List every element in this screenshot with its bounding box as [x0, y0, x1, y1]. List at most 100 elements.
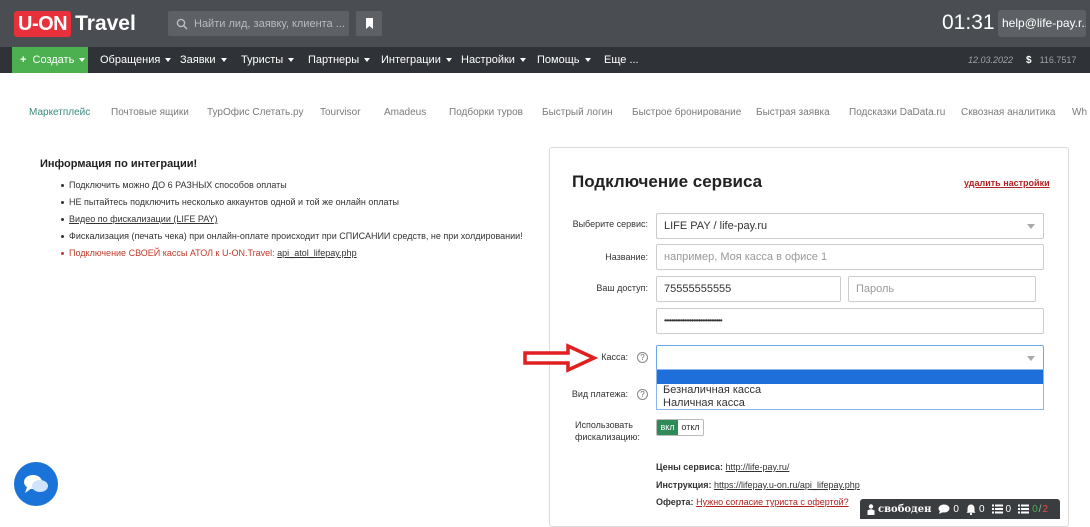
key-field[interactable]: •••••••••••••••••••••••••••••••• [656, 308, 1044, 334]
tab-mailboxes[interactable]: Почтовые ящики [111, 107, 189, 118]
prices-link[interactable]: http://life-pay.ru/ [726, 462, 790, 472]
fiscal-label-line: фискализацию: [575, 432, 640, 442]
prices-label: Цены сервиса: [656, 462, 724, 472]
delete-settings-link[interactable]: удалить настройки [964, 178, 1050, 188]
access-label: Ваш доступ: [596, 283, 648, 293]
login-field[interactable]: 75555555555 [656, 276, 841, 302]
status-bar: свободен 0 0 0 0/2 [860, 499, 1060, 519]
atol-api-link[interactable]: api_atol_lifepay.php [277, 248, 356, 258]
menu-item-more[interactable]: Еще ... [604, 47, 639, 73]
tab-analytics[interactable]: Сквозная аналитика [961, 107, 1056, 118]
prices-line: Цены сервиса: http://life-pay.ru/ [656, 462, 789, 472]
info-item: Подключение СВОЕЙ кассы АТОЛ к U-ON.Trav… [40, 245, 540, 262]
kassa-dropdown: Безналичная касса Наличная касса [656, 369, 1044, 410]
balance[interactable]: $116.7517 [1026, 47, 1076, 74]
current-date: 12.03.2022 [968, 55, 1014, 65]
menu-label: Партнеры [308, 54, 360, 66]
tab-tourvisor[interactable]: Tourvisor [320, 107, 361, 118]
name-field[interactable]: например, Моя касса в офисе 1 [656, 244, 1044, 270]
search-input[interactable] [194, 17, 344, 30]
alerts-counter[interactable]: 0 [966, 504, 985, 515]
service-label: Выберите сервис: [572, 219, 648, 229]
plus-icon: + [20, 54, 27, 66]
tab-quick-login[interactable]: Быстрый логин [542, 107, 613, 118]
tab-amadeus[interactable]: Amadeus [384, 107, 426, 118]
search-box[interactable] [168, 11, 349, 36]
info-item: НЕ пытайтесь подключить несколько аккаун… [40, 194, 540, 211]
menu-item-integrations[interactable]: Интеграции [381, 47, 452, 73]
bookmark-button[interactable] [356, 11, 382, 36]
kassa-option-cash[interactable]: Наличная касса [657, 397, 1043, 410]
fiscal-toggle[interactable]: вкл откл [656, 419, 704, 436]
balance-value: 116.7517 [1039, 55, 1077, 65]
menu-item-orders[interactable]: Заявки [180, 47, 227, 73]
chats-counter[interactable]: 0 [938, 504, 959, 515]
help-icon[interactable]: ? [637, 389, 648, 400]
menu-label: Туристы [241, 54, 284, 66]
toggle-on[interactable]: вкл [657, 420, 679, 435]
chat-button[interactable] [14, 462, 58, 506]
app-logo[interactable]: U-ON Travel [14, 11, 136, 37]
service-value: LIFE PAY / life-pay.ru [664, 220, 768, 232]
help-icon[interactable]: ? [637, 352, 648, 363]
checklist-icon [1018, 504, 1030, 514]
menu-item-settings[interactable]: Настройки [461, 47, 526, 73]
info-title: Информация по интеграции! [40, 158, 198, 170]
menu-item-requests[interactable]: Обращения [100, 47, 172, 73]
payment-type-label: Вид платежа: [571, 389, 628, 399]
dropdown-highlight[interactable] [657, 370, 1043, 384]
task-ratio[interactable]: 0/2 [1018, 504, 1048, 515]
top-bar: U-ON Travel 01:31 help@life-pay.r... [0, 0, 1090, 47]
ratio-separator: / [1038, 503, 1042, 515]
alerts-count: 0 [978, 503, 985, 515]
bell-icon [966, 504, 976, 515]
toggle-off[interactable]: откл [678, 420, 703, 435]
menu-item-partners[interactable]: Партнеры [308, 47, 371, 73]
tab-quick-request[interactable]: Быстрая заявка [756, 107, 830, 118]
instruction-link[interactable]: https://lifepay.u-on.ru/api_lifepay.php [714, 480, 860, 490]
fiscal-video-link[interactable]: Видео по фискализации (LIFE PAY) [69, 214, 218, 224]
info-item: Видео по фискализации (LIFE PAY) [40, 211, 540, 228]
tab-wh[interactable]: Wh [1072, 107, 1087, 118]
tab-tour-selections[interactable]: Подборки туров [449, 107, 523, 118]
info-item: Фискализация (печать чека) при онлайн-оп… [40, 228, 540, 245]
chevron-down-icon [79, 58, 86, 63]
dollar-icon: $ [1026, 55, 1032, 66]
menu-label: Настройки [461, 54, 515, 66]
service-select[interactable]: LIFE PAY / life-pay.ru [656, 213, 1044, 239]
instruction-line: Инструкция: https://lifepay.u-on.ru/api_… [656, 480, 860, 490]
chevron-down-icon [584, 58, 591, 63]
tab-dadata[interactable]: Подсказки DaData.ru [849, 107, 945, 118]
user-status[interactable]: свободен [867, 504, 931, 515]
tab-marketplace[interactable]: Маркетплейс [29, 107, 90, 118]
status-text: свободен [878, 503, 932, 515]
tab-quick-booking[interactable]: Быстрое бронирование [632, 107, 741, 118]
person-icon [867, 503, 875, 515]
chevron-down-icon [1027, 224, 1035, 229]
chevron-down-icon [220, 58, 227, 63]
create-button[interactable]: + Создать [12, 47, 88, 73]
tasks-counter[interactable]: 0 [991, 504, 1011, 515]
tasks-total: 2 [1042, 503, 1048, 515]
logo-mark: U-ON [14, 11, 72, 37]
user-menu-button[interactable]: help@life-pay.r... [998, 10, 1086, 37]
kassa-option-cashless[interactable]: Безналичная касса [657, 384, 1043, 397]
menu-label: Интеграции [381, 54, 441, 66]
service-connection-panel: Подключение сервиса удалить настройки Вы… [549, 147, 1069, 527]
name-label: Название: [605, 252, 648, 262]
chat-icon [24, 475, 48, 493]
clock: 01:31 [942, 11, 995, 34]
chevron-down-icon [288, 58, 295, 63]
integration-tabs: Маркетплейс Почтовые ящики ТурОфис Слета… [0, 100, 1090, 126]
chevron-down-icon [1027, 356, 1035, 361]
chevron-down-icon [165, 58, 172, 63]
password-field[interactable]: Пароль [848, 276, 1036, 302]
offer-link[interactable]: Нужно согласие туриста с офертой? [696, 497, 849, 507]
fiscal-label: Использовать фискализацию: [575, 419, 640, 443]
tab-turofis[interactable]: ТурОфис Слетать.ру [207, 107, 303, 118]
offer-label: Оферта: [656, 497, 694, 507]
menu-item-help[interactable]: Помощь [537, 47, 591, 73]
menu-item-tourists[interactable]: Туристы [241, 47, 295, 73]
kassa-select[interactable] [656, 345, 1044, 371]
comment-icon [938, 504, 950, 514]
